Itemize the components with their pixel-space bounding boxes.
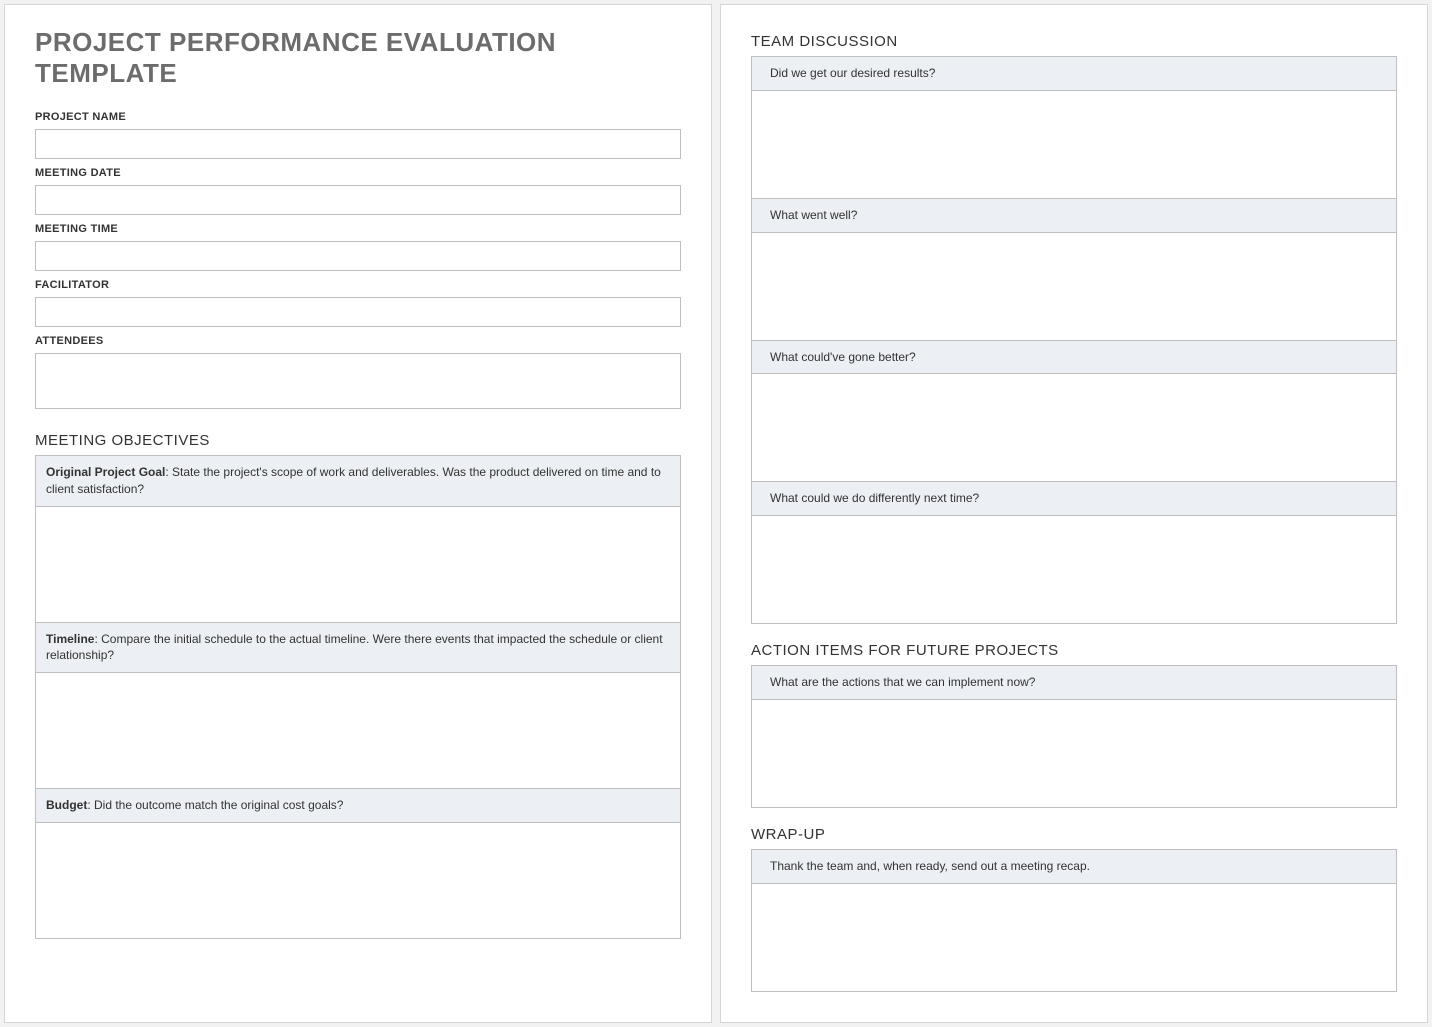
label-attendees: ATTENDEES xyxy=(35,335,681,347)
block-desired-results: Did we get our desired results? xyxy=(751,56,1397,199)
block-gone-better: What could've gone better? xyxy=(751,341,1397,483)
field-attendees: ATTENDEES xyxy=(35,335,681,414)
block-body-went-well xyxy=(752,233,1396,340)
block-timeline: Timeline: Compare the initial schedule t… xyxy=(35,623,681,790)
block-body-wrap-up xyxy=(752,884,1396,991)
textarea-differently[interactable] xyxy=(758,522,1390,612)
block-actions-now: What are the actions that we can impleme… xyxy=(751,665,1397,808)
field-facilitator: FACILITATOR xyxy=(35,279,681,327)
block-header-timeline: Timeline: Compare the initial schedule t… xyxy=(36,623,680,674)
textarea-desired-results[interactable] xyxy=(758,97,1390,187)
block-header-went-well: What went well? xyxy=(752,199,1396,233)
label-meeting-time: MEETING TIME xyxy=(35,223,681,235)
label-facilitator: FACILITATOR xyxy=(35,279,681,291)
block-original-goal: Original Project Goal: State the project… xyxy=(35,455,681,623)
field-meeting-date: MEETING DATE xyxy=(35,167,681,215)
block-header-budget: Budget: Did the outcome match the origin… xyxy=(36,789,680,823)
block-header-gone-better: What could've gone better? xyxy=(752,341,1396,375)
block-body-budget xyxy=(36,823,680,938)
field-meeting-time: MEETING TIME xyxy=(35,223,681,271)
block-header-wrap-up: Thank the team and, when ready, send out… xyxy=(752,850,1396,884)
block-header-desired-results: Did we get our desired results? xyxy=(752,57,1396,91)
input-facilitator[interactable] xyxy=(35,297,681,327)
input-meeting-date[interactable] xyxy=(35,185,681,215)
block-header-original-goal: Original Project Goal: State the project… xyxy=(36,456,680,507)
textarea-went-well[interactable] xyxy=(758,239,1390,329)
panels-container: PROJECT PERFORMANCE EVALUATION TEMPLATE … xyxy=(4,4,1428,1023)
block-header-actions-now: What are the actions that we can impleme… xyxy=(752,666,1396,700)
block-body-actions-now xyxy=(752,700,1396,807)
textarea-wrap-up[interactable] xyxy=(758,890,1390,980)
page-right: TEAM DISCUSSION Did we get our desired r… xyxy=(720,4,1428,1023)
textarea-budget[interactable] xyxy=(42,829,674,927)
input-meeting-time[interactable] xyxy=(35,241,681,271)
section-title-meeting-objectives: MEETING OBJECTIVES xyxy=(35,432,681,449)
input-attendees[interactable] xyxy=(35,353,681,409)
field-project-name: PROJECT NAME xyxy=(35,111,681,159)
block-body-timeline xyxy=(36,673,680,788)
textarea-actions-now[interactable] xyxy=(758,706,1390,796)
block-budget: Budget: Did the outcome match the origin… xyxy=(35,789,681,939)
textarea-gone-better[interactable] xyxy=(758,380,1390,470)
textarea-original-goal[interactable] xyxy=(42,513,674,611)
block-body-differently xyxy=(752,516,1396,623)
block-body-gone-better xyxy=(752,374,1396,481)
section-title-action-items: ACTION ITEMS FOR FUTURE PROJECTS xyxy=(751,642,1397,659)
block-differently: What could we do differently next time? xyxy=(751,482,1397,624)
input-project-name[interactable] xyxy=(35,129,681,159)
block-wrap-up: Thank the team and, when ready, send out… xyxy=(751,849,1397,992)
label-meeting-date: MEETING DATE xyxy=(35,167,681,179)
textarea-timeline[interactable] xyxy=(42,679,674,777)
section-title-team-discussion: TEAM DISCUSSION xyxy=(751,33,1397,50)
label-project-name: PROJECT NAME xyxy=(35,111,681,123)
page-title: PROJECT PERFORMANCE EVALUATION TEMPLATE xyxy=(35,27,681,89)
block-went-well: What went well? xyxy=(751,199,1397,341)
block-body-desired-results xyxy=(752,91,1396,198)
page-left: PROJECT PERFORMANCE EVALUATION TEMPLATE … xyxy=(4,4,712,1023)
block-body-original-goal xyxy=(36,507,680,622)
section-title-wrap-up: WRAP-UP xyxy=(751,826,1397,843)
block-header-differently: What could we do differently next time? xyxy=(752,482,1396,516)
